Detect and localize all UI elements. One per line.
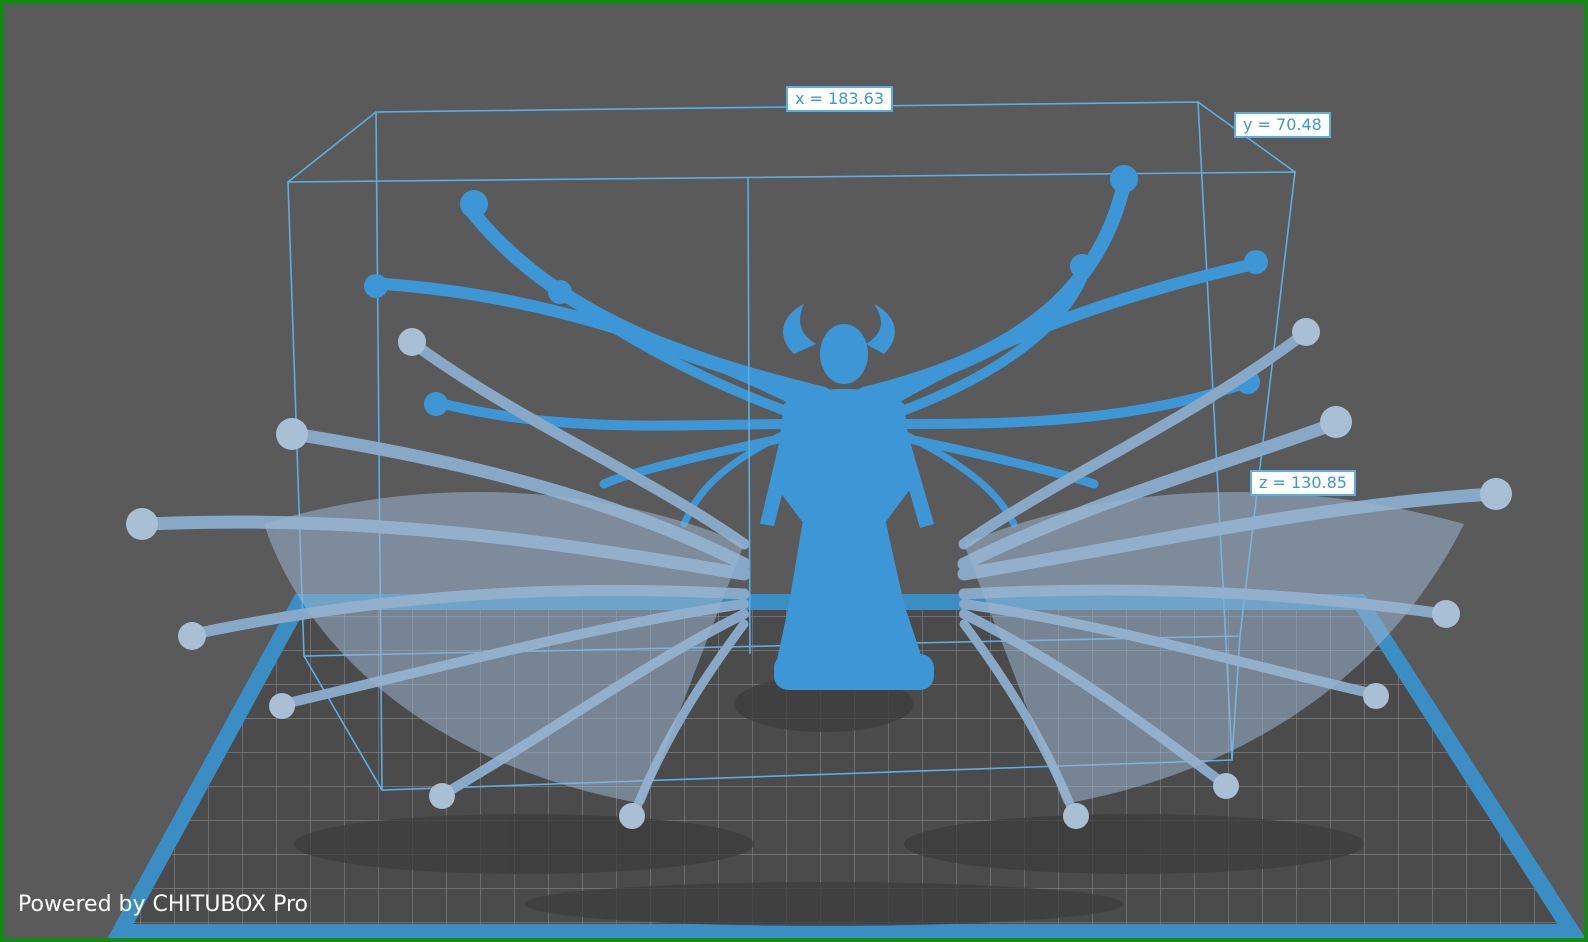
- z-dimension-label: z = 130.85: [1250, 470, 1356, 496]
- model-figure: [760, 304, 934, 690]
- bounding-box-front: [747, 177, 751, 655]
- 3d-viewport[interactable]: x = 183.63 y = 70.48 z = 130.85 Powered …: [0, 0, 1588, 942]
- x-dimension-label: x = 183.63: [786, 86, 894, 112]
- y-dimension-label: y = 70.48: [1234, 112, 1331, 138]
- powered-by-watermark: Powered by CHITUBOX Pro: [18, 892, 309, 917]
